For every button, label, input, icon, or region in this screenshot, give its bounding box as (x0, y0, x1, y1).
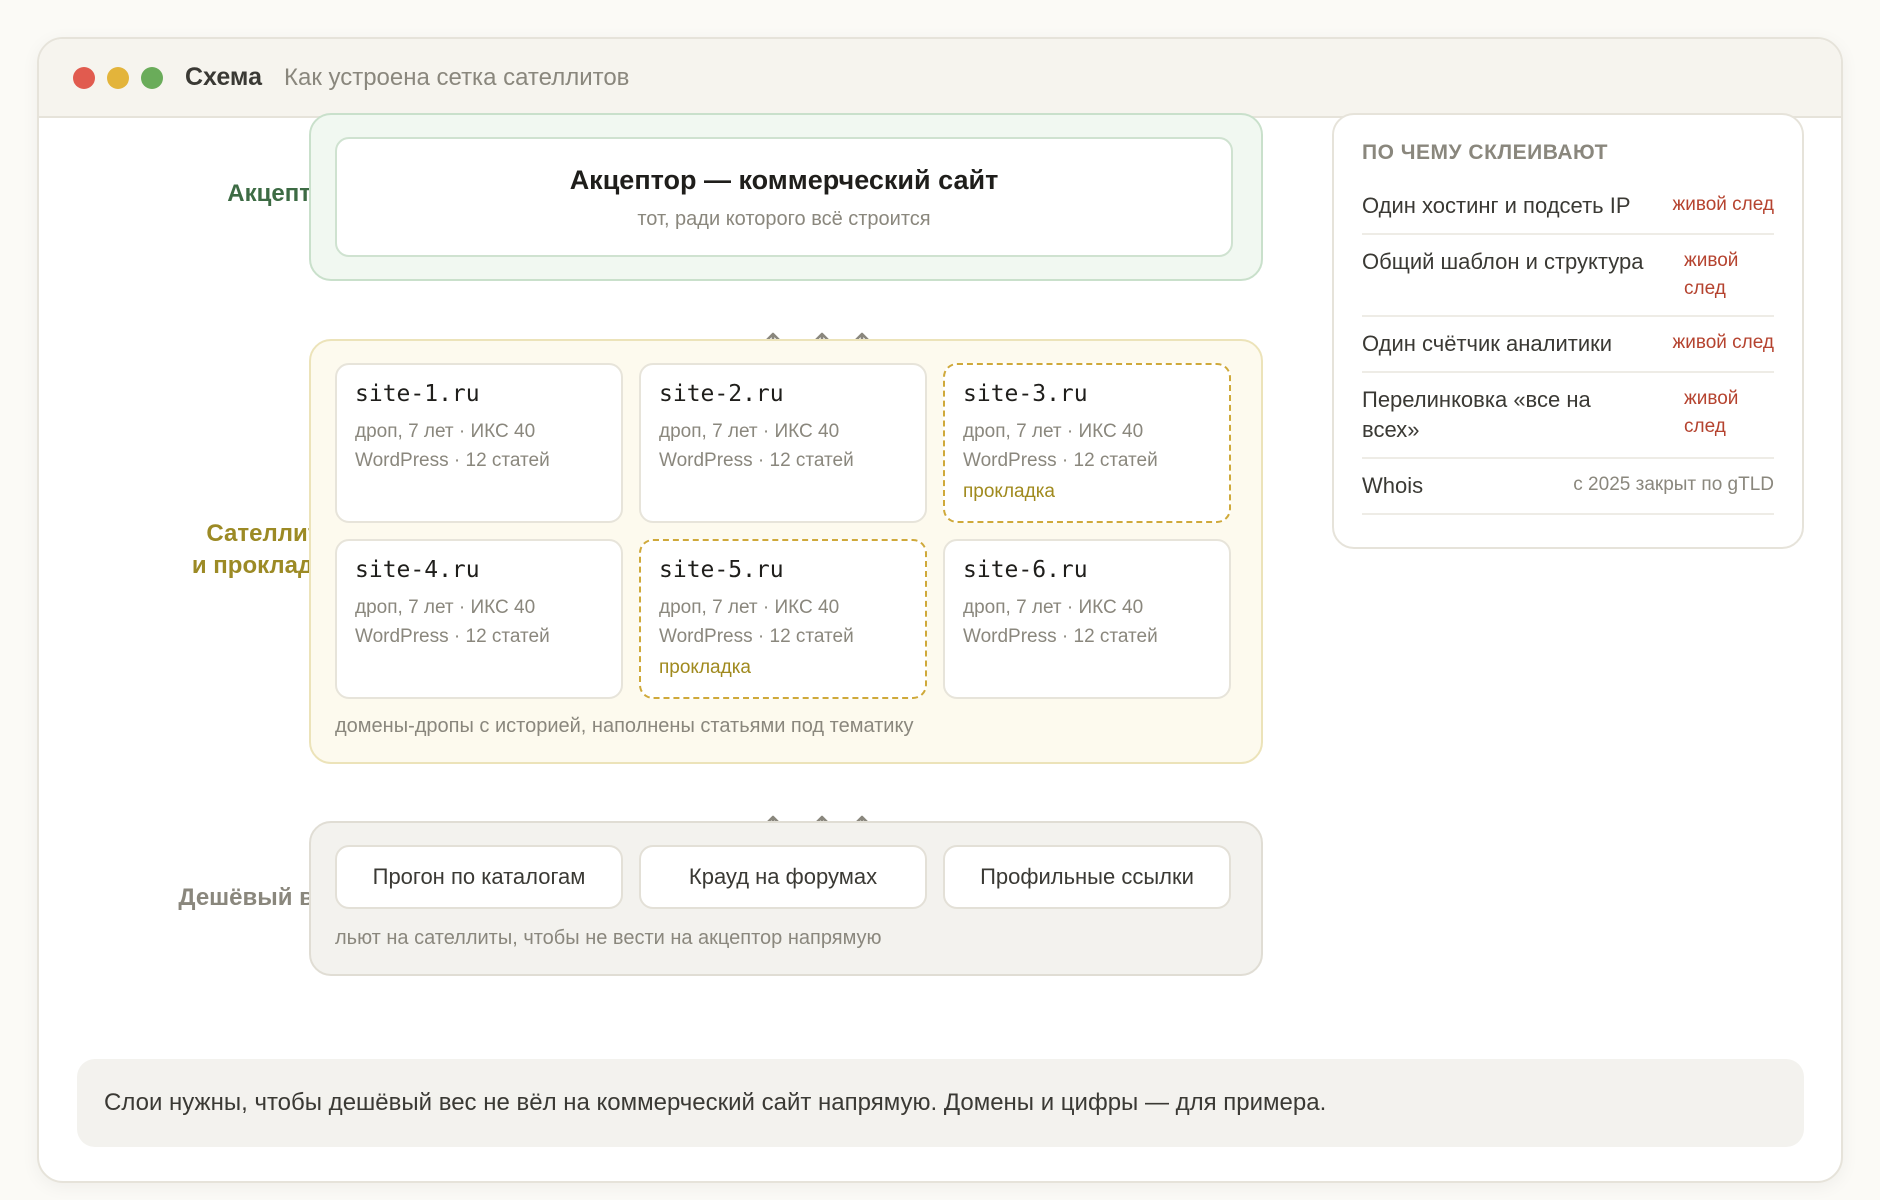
site-name: site-6.ru (963, 557, 1088, 583)
site-meta: дроп, 7 лет · ИКС 40 WordPress · 12 стат… (355, 417, 603, 475)
side-row-value: живой след (1672, 194, 1775, 215)
site-name: site-3.ru (963, 381, 1088, 407)
acceptor-panel: Акцептор — коммерческий сайт тот, ради к… (309, 113, 1263, 281)
window-title: Схема (185, 63, 262, 91)
site-meta-age: дроп, 7 лет · ИКС 40 (963, 597, 1144, 618)
site-name: site-1.ru (355, 381, 480, 407)
cheap-item-crowd[interactable]: Крауд на форумах (639, 845, 927, 909)
site-meta-cms: WordPress · 12 статей (659, 450, 854, 471)
site-card-proxy[interactable]: site-3.ru дроп, 7 лет · ИКС 40 WordPress… (943, 363, 1231, 523)
side-panel-fingerprints: ПО ЧЕМУ СКЛЕИВАЮТ Один хостинг и подсеть… (1332, 113, 1804, 549)
acceptor-title: Акцептор — коммерческий сайт (569, 165, 999, 195)
minimize-window-button[interactable] (107, 66, 129, 89)
side-row: Перелинковка «все на всех» живой след (1362, 373, 1774, 459)
site-card[interactable]: site-4.ru дроп, 7 лет · ИКС 40 WordPress… (335, 539, 623, 699)
site-meta-cms: WordPress · 12 статей (659, 626, 854, 647)
side-panel-title: ПО ЧЕМУ СКЛЕИВАЮТ (1362, 141, 1608, 164)
proxy-tag: прокладка (659, 657, 751, 678)
side-row-key: Whois (1362, 473, 1424, 498)
maximize-window-button[interactable] (141, 66, 163, 89)
side-row: Один счётчик аналитики живой след (1362, 317, 1774, 373)
site-meta: дроп, 7 лет · ИКС 40 WordPress · 12 стат… (659, 593, 907, 651)
satellites-note: домены-дропы с историей, наполнены стать… (335, 715, 914, 737)
side-row-key: Общий шаблон и структура (1362, 249, 1644, 274)
close-window-button[interactable] (73, 66, 95, 89)
site-meta-cms: WordPress · 12 статей (355, 626, 550, 647)
site-card-proxy[interactable]: site-5.ru дроп, 7 лет · ИКС 40 WordPress… (639, 539, 927, 699)
titlebar: Схема Как устроена сетка сателлитов (39, 39, 1841, 118)
site-meta: дроп, 7 лет · ИКС 40 WordPress · 12 стат… (963, 417, 1211, 475)
site-meta-age: дроп, 7 лет · ИКС 40 (963, 421, 1144, 442)
acceptor-subtitle: тот, ради которого всё строится (637, 208, 931, 230)
window-subtitle: Как устроена сетка сателлитов (283, 63, 630, 91)
site-meta-age: дроп, 7 лет · ИКС 40 (355, 597, 536, 618)
site-meta-cms: WordPress · 12 статей (355, 450, 550, 471)
side-row: Общий шаблон и структура живой след (1362, 235, 1774, 317)
site-name: site-2.ru (659, 381, 784, 407)
cheap-weight-row: Прогон по каталогам Крауд на форумах Про… (335, 845, 1231, 909)
footer-note: Слои нужны, чтобы дешёвый вес не вёл на … (77, 1059, 1804, 1147)
cheap-weight-panel: Прогон по каталогам Крауд на форумах Про… (309, 821, 1263, 976)
side-row-value: живой след (1684, 388, 1739, 437)
site-grid: site-1.ru дроп, 7 лет · ИКС 40 WordPress… (335, 363, 1233, 699)
proxy-tag: прокладка (963, 481, 1055, 502)
site-card[interactable]: site-6.ru дроп, 7 лет · ИКС 40 WordPress… (943, 539, 1231, 699)
side-row-key: Один счётчик аналитики (1362, 331, 1613, 356)
site-meta-cms: WordPress · 12 статей (963, 626, 1158, 647)
cheap-item-catalogs[interactable]: Прогон по каталогам (335, 845, 623, 909)
side-row-value: с 2025 закрыт по gTLD (1573, 474, 1774, 495)
site-meta: дроп, 7 лет · ИКС 40 WordPress · 12 стат… (963, 593, 1211, 651)
side-row-value: живой след (1672, 332, 1775, 353)
side-list: Один хостинг и подсеть IP живой след Общ… (1362, 179, 1774, 515)
site-card[interactable]: site-1.ru дроп, 7 лет · ИКС 40 WordPress… (335, 363, 623, 523)
site-name: site-5.ru (659, 557, 784, 583)
side-row-key: Один хостинг и подсеть IP (1362, 193, 1631, 218)
site-meta: дроп, 7 лет · ИКС 40 WordPress · 12 стат… (659, 417, 907, 475)
side-row: Whois с 2025 закрыт по gTLD (1362, 459, 1774, 515)
side-row: Один хостинг и подсеть IP живой след (1362, 179, 1774, 235)
cheap-weight-note: льют на сателлиты, чтобы не вести на акц… (335, 927, 882, 949)
site-meta-age: дроп, 7 лет · ИКС 40 (355, 421, 536, 442)
side-row-value: живой след (1684, 250, 1739, 299)
side-row-key: Перелинковка «все на всех» (1362, 387, 1591, 442)
site-name: site-4.ru (355, 557, 480, 583)
cheap-item-profile-links[interactable]: Профильные ссылки (943, 845, 1231, 909)
site-meta-cms: WordPress · 12 статей (963, 450, 1158, 471)
site-card[interactable]: site-2.ru дроп, 7 лет · ИКС 40 WordPress… (639, 363, 927, 523)
satellites-panel: site-1.ru дроп, 7 лет · ИКС 40 WordPress… (309, 339, 1263, 764)
acceptor-card: Акцептор — коммерческий сайт тот, ради к… (335, 137, 1233, 257)
site-meta: дроп, 7 лет · ИКС 40 WordPress · 12 стат… (355, 593, 603, 651)
site-meta-age: дроп, 7 лет · ИКС 40 (659, 421, 840, 442)
site-meta-age: дроп, 7 лет · ИКС 40 (659, 597, 840, 618)
